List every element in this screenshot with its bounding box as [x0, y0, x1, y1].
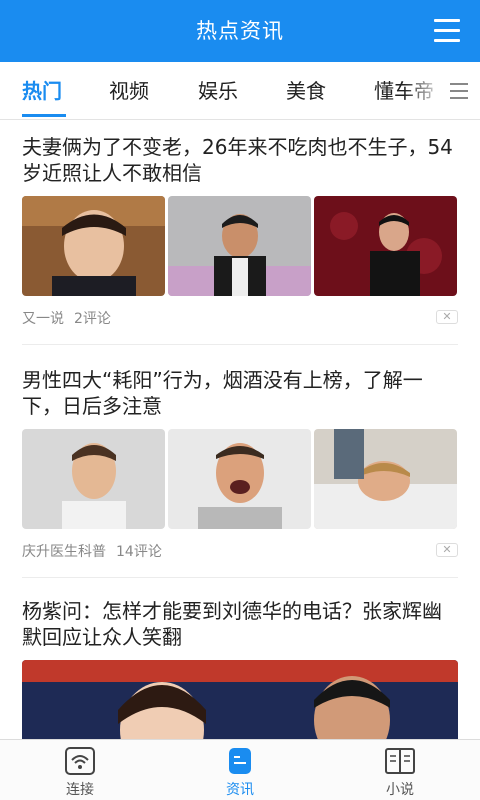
news-meta: 庆升医生科普 14评论: [22, 541, 172, 561]
list-icon[interactable]: [442, 62, 480, 119]
news-source: 庆升医生科普: [22, 544, 106, 560]
book-icon: [385, 747, 415, 775]
nav-label: 连接: [66, 782, 94, 798]
thumbnail-image[interactable]: [22, 196, 165, 296]
news-meta: 又一说 2评论: [22, 308, 121, 328]
hamburger-menu-icon[interactable]: [434, 19, 460, 43]
bottom-nav: 连接 资讯 小说: [0, 739, 480, 800]
news-headline[interactable]: 男性四大“耗阳”行为，烟酒没有上榜，了解一下，日后多注意: [22, 367, 458, 419]
news-feed[interactable]: 夫妻俩为了不变老，26年来不吃肉也不生子，54岁近照让人不敢相信 又一说 2评论 …: [0, 120, 480, 739]
tabs-fade: [404, 62, 444, 119]
nav-connect[interactable]: 连接: [20, 740, 140, 800]
news-item[interactable]: 杨紫问：怎样才能要到刘德华的电话？张家辉幽默回应让众人笑翻: [22, 598, 458, 739]
app-title: 热点资讯: [196, 19, 284, 43]
tab-food[interactable]: 美食: [286, 62, 326, 119]
category-tabs: 热门 视频 娱乐 美食 懂车帝: [0, 62, 480, 120]
news-headline[interactable]: 夫妻俩为了不变老，26年来不吃肉也不生子，54岁近照让人不敢相信: [22, 134, 458, 186]
nav-label: 资讯: [226, 782, 254, 798]
tab-entertainment[interactable]: 娱乐: [198, 62, 238, 119]
comment-count: 14评论: [116, 544, 162, 560]
news-icon: [225, 747, 255, 775]
nav-novel[interactable]: 小说: [340, 740, 460, 800]
wifi-icon: [65, 747, 95, 775]
thumbnail-image[interactable]: [314, 429, 457, 529]
news-item[interactable]: 夫妻俩为了不变老，26年来不吃肉也不生子，54岁近照让人不敢相信 又一说 2评论 …: [22, 134, 458, 344]
active-tab-indicator: [22, 114, 66, 117]
thumbnail-row: [22, 429, 458, 529]
news-source: 又一说: [22, 311, 64, 327]
tab-video[interactable]: 视频: [109, 62, 149, 119]
thumbnail-row: [22, 196, 458, 296]
news-item[interactable]: 男性四大“耗阳”行为，烟酒没有上榜，了解一下，日后多注意 庆升医生科普 14评论 …: [22, 367, 458, 577]
comment-count: 2评论: [74, 311, 111, 327]
news-headline[interactable]: 杨紫问：怎样才能要到刘德华的电话？张家辉幽默回应让众人笑翻: [22, 598, 458, 650]
close-icon[interactable]: ✕: [436, 310, 458, 324]
thumbnail-image[interactable]: [168, 196, 311, 296]
article-image[interactable]: [22, 660, 458, 739]
nav-label: 小说: [386, 782, 414, 798]
divider: [22, 344, 458, 345]
nav-news[interactable]: 资讯: [180, 740, 300, 800]
close-icon[interactable]: ✕: [436, 543, 458, 557]
thumbnail-image[interactable]: [22, 429, 165, 529]
tab-hot[interactable]: 热门: [22, 62, 62, 119]
thumbnail-image[interactable]: [314, 196, 457, 296]
thumbnail-image[interactable]: [168, 429, 311, 529]
divider: [22, 577, 458, 578]
top-app-bar: 热点资讯: [0, 0, 480, 62]
